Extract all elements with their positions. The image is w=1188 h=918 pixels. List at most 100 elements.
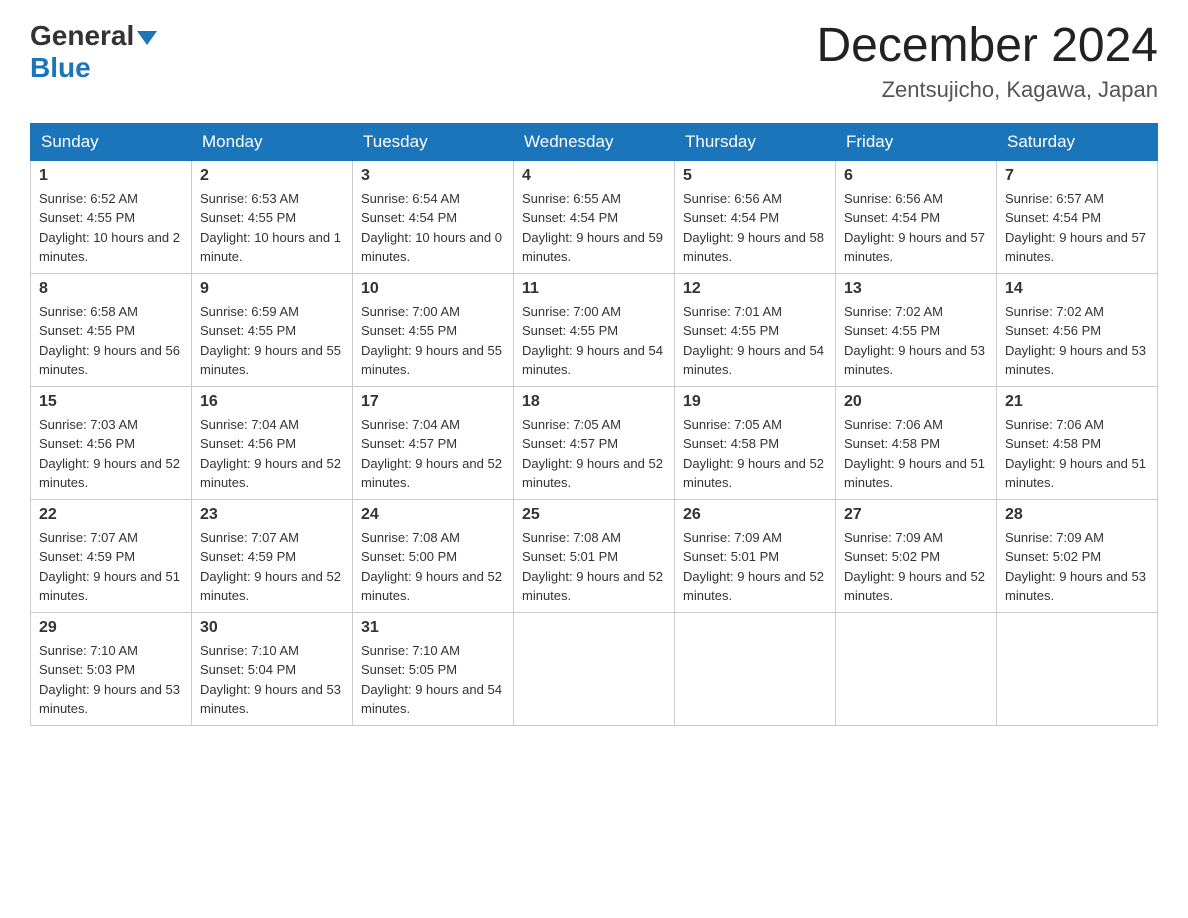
day-number: 1 xyxy=(39,167,183,185)
day-info: Sunrise: 7:10 AMSunset: 5:03 PMDaylight:… xyxy=(39,643,180,717)
title-block: December 2024 Zentsujicho, Kagawa, Japan xyxy=(816,20,1158,103)
day-info: Sunrise: 7:00 AMSunset: 4:55 PMDaylight:… xyxy=(522,304,663,378)
day-number: 9 xyxy=(200,280,344,298)
day-info: Sunrise: 7:10 AMSunset: 5:05 PMDaylight:… xyxy=(361,643,502,717)
calendar-cell: 27 Sunrise: 7:09 AMSunset: 5:02 PMDaylig… xyxy=(836,499,997,612)
logo-triangle-icon xyxy=(137,31,157,45)
day-info: Sunrise: 7:04 AMSunset: 4:56 PMDaylight:… xyxy=(200,417,341,491)
day-info: Sunrise: 7:09 AMSunset: 5:01 PMDaylight:… xyxy=(683,530,824,604)
day-info: Sunrise: 7:09 AMSunset: 5:02 PMDaylight:… xyxy=(1005,530,1146,604)
calendar-cell: 3 Sunrise: 6:54 AMSunset: 4:54 PMDayligh… xyxy=(353,160,514,273)
day-info: Sunrise: 6:57 AMSunset: 4:54 PMDaylight:… xyxy=(1005,191,1146,265)
calendar-cell: 31 Sunrise: 7:10 AMSunset: 5:05 PMDaylig… xyxy=(353,612,514,725)
calendar-week-2: 8 Sunrise: 6:58 AMSunset: 4:55 PMDayligh… xyxy=(31,273,1158,386)
calendar-cell: 20 Sunrise: 7:06 AMSunset: 4:58 PMDaylig… xyxy=(836,386,997,499)
calendar-cell: 1 Sunrise: 6:52 AMSunset: 4:55 PMDayligh… xyxy=(31,160,192,273)
day-info: Sunrise: 7:05 AMSunset: 4:58 PMDaylight:… xyxy=(683,417,824,491)
header-monday: Monday xyxy=(192,123,353,160)
day-number: 18 xyxy=(522,393,666,411)
day-info: Sunrise: 7:09 AMSunset: 5:02 PMDaylight:… xyxy=(844,530,985,604)
calendar-cell: 28 Sunrise: 7:09 AMSunset: 5:02 PMDaylig… xyxy=(997,499,1158,612)
day-number: 27 xyxy=(844,506,988,524)
day-info: Sunrise: 6:54 AMSunset: 4:54 PMDaylight:… xyxy=(361,191,502,265)
day-info: Sunrise: 6:59 AMSunset: 4:55 PMDaylight:… xyxy=(200,304,341,378)
calendar-cell: 29 Sunrise: 7:10 AMSunset: 5:03 PMDaylig… xyxy=(31,612,192,725)
calendar-cell: 9 Sunrise: 6:59 AMSunset: 4:55 PMDayligh… xyxy=(192,273,353,386)
day-number: 6 xyxy=(844,167,988,185)
day-info: Sunrise: 7:04 AMSunset: 4:57 PMDaylight:… xyxy=(361,417,502,491)
day-info: Sunrise: 7:07 AMSunset: 4:59 PMDaylight:… xyxy=(39,530,180,604)
day-number: 15 xyxy=(39,393,183,411)
calendar-cell: 23 Sunrise: 7:07 AMSunset: 4:59 PMDaylig… xyxy=(192,499,353,612)
month-title: December 2024 xyxy=(816,20,1158,73)
day-info: Sunrise: 7:07 AMSunset: 4:59 PMDaylight:… xyxy=(200,530,341,604)
header-sunday: Sunday xyxy=(31,123,192,160)
day-info: Sunrise: 7:05 AMSunset: 4:57 PMDaylight:… xyxy=(522,417,663,491)
calendar-week-5: 29 Sunrise: 7:10 AMSunset: 5:03 PMDaylig… xyxy=(31,612,1158,725)
day-number: 8 xyxy=(39,280,183,298)
day-number: 4 xyxy=(522,167,666,185)
logo-general-text: General xyxy=(30,20,134,52)
day-number: 13 xyxy=(844,280,988,298)
day-number: 25 xyxy=(522,506,666,524)
day-info: Sunrise: 7:01 AMSunset: 4:55 PMDaylight:… xyxy=(683,304,824,378)
day-info: Sunrise: 7:08 AMSunset: 5:00 PMDaylight:… xyxy=(361,530,502,604)
day-info: Sunrise: 7:06 AMSunset: 4:58 PMDaylight:… xyxy=(844,417,985,491)
day-number: 7 xyxy=(1005,167,1149,185)
calendar-cell: 21 Sunrise: 7:06 AMSunset: 4:58 PMDaylig… xyxy=(997,386,1158,499)
calendar-cell xyxy=(514,612,675,725)
calendar-cell xyxy=(675,612,836,725)
calendar-cell: 5 Sunrise: 6:56 AMSunset: 4:54 PMDayligh… xyxy=(675,160,836,273)
calendar-table: SundayMondayTuesdayWednesdayThursdayFrid… xyxy=(30,123,1158,726)
day-info: Sunrise: 6:56 AMSunset: 4:54 PMDaylight:… xyxy=(683,191,824,265)
calendar-cell: 18 Sunrise: 7:05 AMSunset: 4:57 PMDaylig… xyxy=(514,386,675,499)
calendar-cell: 25 Sunrise: 7:08 AMSunset: 5:01 PMDaylig… xyxy=(514,499,675,612)
logo-blue-text: Blue xyxy=(30,52,91,84)
location-title: Zentsujicho, Kagawa, Japan xyxy=(816,77,1158,103)
header-wednesday: Wednesday xyxy=(514,123,675,160)
calendar-cell: 15 Sunrise: 7:03 AMSunset: 4:56 PMDaylig… xyxy=(31,386,192,499)
day-info: Sunrise: 7:00 AMSunset: 4:55 PMDaylight:… xyxy=(361,304,502,378)
calendar-week-1: 1 Sunrise: 6:52 AMSunset: 4:55 PMDayligh… xyxy=(31,160,1158,273)
day-number: 12 xyxy=(683,280,827,298)
logo: General Blue xyxy=(30,20,157,84)
calendar-cell: 6 Sunrise: 6:56 AMSunset: 4:54 PMDayligh… xyxy=(836,160,997,273)
header-thursday: Thursday xyxy=(675,123,836,160)
day-number: 17 xyxy=(361,393,505,411)
calendar-cell xyxy=(997,612,1158,725)
header-saturday: Saturday xyxy=(997,123,1158,160)
day-number: 29 xyxy=(39,619,183,637)
day-number: 21 xyxy=(1005,393,1149,411)
calendar-cell: 14 Sunrise: 7:02 AMSunset: 4:56 PMDaylig… xyxy=(997,273,1158,386)
day-number: 30 xyxy=(200,619,344,637)
calendar-cell xyxy=(836,612,997,725)
day-number: 22 xyxy=(39,506,183,524)
day-number: 23 xyxy=(200,506,344,524)
day-info: Sunrise: 7:06 AMSunset: 4:58 PMDaylight:… xyxy=(1005,417,1146,491)
calendar-cell: 26 Sunrise: 7:09 AMSunset: 5:01 PMDaylig… xyxy=(675,499,836,612)
day-number: 10 xyxy=(361,280,505,298)
calendar-cell: 19 Sunrise: 7:05 AMSunset: 4:58 PMDaylig… xyxy=(675,386,836,499)
day-number: 5 xyxy=(683,167,827,185)
calendar-cell: 22 Sunrise: 7:07 AMSunset: 4:59 PMDaylig… xyxy=(31,499,192,612)
day-info: Sunrise: 6:56 AMSunset: 4:54 PMDaylight:… xyxy=(844,191,985,265)
day-info: Sunrise: 6:52 AMSunset: 4:55 PMDaylight:… xyxy=(39,191,180,265)
calendar-cell: 30 Sunrise: 7:10 AMSunset: 5:04 PMDaylig… xyxy=(192,612,353,725)
day-number: 14 xyxy=(1005,280,1149,298)
day-info: Sunrise: 6:58 AMSunset: 4:55 PMDaylight:… xyxy=(39,304,180,378)
calendar-week-3: 15 Sunrise: 7:03 AMSunset: 4:56 PMDaylig… xyxy=(31,386,1158,499)
day-number: 26 xyxy=(683,506,827,524)
day-info: Sunrise: 7:02 AMSunset: 4:56 PMDaylight:… xyxy=(1005,304,1146,378)
page-header: General Blue December 2024 Zentsujicho, … xyxy=(30,20,1158,103)
day-number: 3 xyxy=(361,167,505,185)
calendar-cell: 4 Sunrise: 6:55 AMSunset: 4:54 PMDayligh… xyxy=(514,160,675,273)
day-number: 31 xyxy=(361,619,505,637)
day-number: 20 xyxy=(844,393,988,411)
day-number: 28 xyxy=(1005,506,1149,524)
day-info: Sunrise: 7:02 AMSunset: 4:55 PMDaylight:… xyxy=(844,304,985,378)
day-info: Sunrise: 7:08 AMSunset: 5:01 PMDaylight:… xyxy=(522,530,663,604)
calendar-header-row: SundayMondayTuesdayWednesdayThursdayFrid… xyxy=(31,123,1158,160)
day-info: Sunrise: 7:03 AMSunset: 4:56 PMDaylight:… xyxy=(39,417,180,491)
calendar-cell: 13 Sunrise: 7:02 AMSunset: 4:55 PMDaylig… xyxy=(836,273,997,386)
header-friday: Friday xyxy=(836,123,997,160)
